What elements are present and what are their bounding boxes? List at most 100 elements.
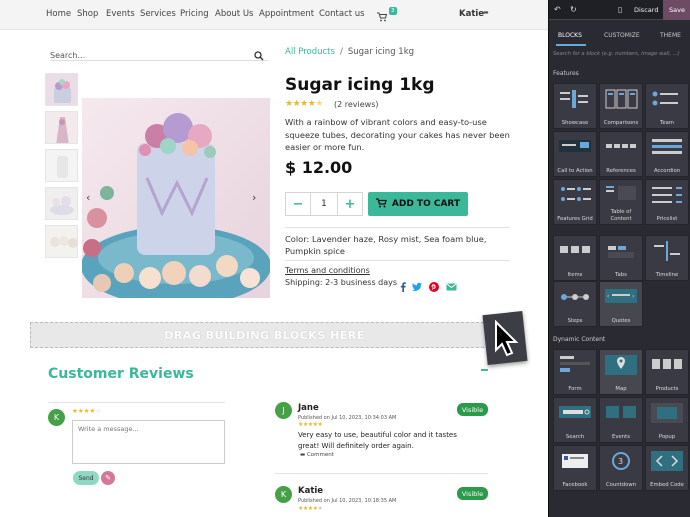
team-icon xyxy=(652,91,678,106)
comment-link[interactable]: ▬ Comment xyxy=(300,452,334,458)
block-label: Facebook xyxy=(562,481,588,488)
block-call-to-action[interactable]: Call to Action xyxy=(553,131,597,177)
block-table-of-content[interactable]: Table of Content xyxy=(599,179,643,225)
block-form[interactable]: Form xyxy=(553,349,597,395)
minus-icon[interactable]: − xyxy=(286,193,310,215)
block-tabs[interactable]: Tabs xyxy=(599,235,643,281)
active-tab-indicator xyxy=(556,44,586,46)
search-icon[interactable] xyxy=(254,46,264,65)
steps-icon xyxy=(561,294,589,300)
tab-theme[interactable]: THEME xyxy=(660,32,681,39)
block-popup[interactable]: Popup xyxy=(645,397,689,443)
block-steps[interactable]: Steps xyxy=(553,281,597,327)
plus-icon[interactable]: + xyxy=(338,193,362,215)
user-menu[interactable]: Katie xyxy=(459,9,484,19)
product-thumbnail[interactable] xyxy=(45,149,78,182)
add-to-cart-button[interactable]: ADD TO CART xyxy=(368,192,468,216)
nav-events[interactable]: Events xyxy=(106,9,135,19)
product-thumbnail[interactable] xyxy=(45,187,78,220)
breadcrumb: All Products / Sugar icing 1kg xyxy=(285,47,414,57)
block-label: Showcase xyxy=(561,119,589,126)
attach-icon[interactable]: ✎ xyxy=(101,471,115,485)
block-label: Tabs xyxy=(615,271,627,278)
chevron-right-icon[interactable]: › xyxy=(252,191,256,204)
block-products[interactable]: Products xyxy=(645,349,689,395)
discard-button[interactable]: Discard xyxy=(634,6,658,14)
facebook-icon[interactable] xyxy=(398,277,408,292)
product-thumbnail[interactable] xyxy=(45,225,78,258)
product-thumbnail[interactable] xyxy=(45,73,78,106)
references-icon xyxy=(606,144,636,148)
review-count-link[interactable]: (2 reviews) xyxy=(334,100,379,109)
block-quotes[interactable]: ‹ › Quotes xyxy=(599,281,643,327)
product-search xyxy=(50,43,268,64)
send-button[interactable]: Send xyxy=(73,471,99,485)
nav-home[interactable]: Home xyxy=(46,9,71,19)
nav-appointment[interactable]: Appointment xyxy=(259,9,314,19)
block-comparisons[interactable]: Comparisons xyxy=(599,83,643,129)
block-items[interactable]: Items xyxy=(553,235,597,281)
nav-about-us[interactable]: About Us xyxy=(215,9,253,19)
chevron-left-icon[interactable]: ‹ xyxy=(86,191,90,204)
block-label: Comparisons xyxy=(603,119,639,126)
cart-icon[interactable] xyxy=(377,7,388,26)
redo-icon[interactable]: ↻ xyxy=(570,5,577,14)
block-embed-code[interactable]: Embed Code xyxy=(645,445,689,491)
block-facebook[interactable]: Facebook xyxy=(553,445,597,491)
review-message-input[interactable] xyxy=(72,420,225,464)
email-icon[interactable] xyxy=(446,277,457,291)
visible-toggle[interactable]: Visible xyxy=(457,487,488,500)
block-label: Embed Code xyxy=(650,481,684,488)
nav-pricing[interactable]: Pricing xyxy=(180,9,209,19)
pinterest-icon[interactable] xyxy=(429,277,439,292)
drag-building-blocks-zone[interactable]: DRAG BUILDING BLOCKS HERE xyxy=(30,322,499,348)
block-label: Pricelist xyxy=(656,215,678,222)
block-references[interactable]: References xyxy=(599,131,643,177)
color-info: Color: Lavender haze, Rosy mist, Sea foa… xyxy=(285,234,487,256)
table-of-content-icon xyxy=(606,186,636,200)
quantity-input[interactable]: 1 xyxy=(310,193,338,215)
avatar: J xyxy=(275,402,292,419)
chevron-down-icon[interactable]: ▬ xyxy=(483,9,489,16)
block-events[interactable]: Events xyxy=(599,397,643,443)
nav-services[interactable]: Services xyxy=(140,9,176,19)
nav-shop[interactable]: Shop xyxy=(77,9,98,19)
review-date: Published on Jul 10, 2023, 10:18:35 AM xyxy=(298,498,397,504)
block-label: Table of Content xyxy=(610,209,632,222)
popup-icon xyxy=(651,403,683,423)
svg-text:›: › xyxy=(632,293,634,300)
search-input[interactable] xyxy=(50,47,240,64)
events-icon xyxy=(606,406,636,418)
section-dash xyxy=(481,369,488,371)
save-button[interactable]: Save xyxy=(663,0,690,20)
block-accordion[interactable]: Accordion xyxy=(645,131,689,177)
divider xyxy=(285,227,510,228)
block-pricelist[interactable]: Pricelist xyxy=(645,179,689,225)
twitter-icon[interactable] xyxy=(412,277,422,291)
block-search[interactable]: Search xyxy=(553,397,597,443)
nav-contact-us[interactable]: Contact us xyxy=(319,9,365,19)
terms-link[interactable]: Terms and conditions xyxy=(285,266,370,275)
block-countdown[interactable]: 3 Countdown xyxy=(599,445,643,491)
block-timeline[interactable]: Timeline xyxy=(645,235,689,281)
tab-customize[interactable]: CUSTOMIZE xyxy=(604,32,640,39)
product-thumbnail[interactable] xyxy=(45,111,78,144)
block-team[interactable]: Team xyxy=(645,83,689,129)
product-description: With a rainbow of vibrant colors and eas… xyxy=(285,117,510,152)
block-showcase[interactable]: Showcase xyxy=(553,83,597,129)
add-to-cart-label: ADD TO CART xyxy=(391,199,461,209)
rating-input-stars[interactable]: ★★★★☆ xyxy=(72,407,101,415)
reviewer-name: Jane xyxy=(298,403,319,413)
quotes-icon: ‹ › xyxy=(605,289,637,303)
block-label: Countdown xyxy=(605,481,637,488)
search-icon xyxy=(559,406,591,418)
undo-icon[interactable]: ↶ xyxy=(554,5,561,14)
block-map[interactable]: Map xyxy=(599,349,643,395)
mobile-preview-icon[interactable]: ▯ xyxy=(618,5,622,14)
breadcrumb-all-products[interactable]: All Products xyxy=(285,47,335,57)
visible-toggle[interactable]: Visible xyxy=(457,403,488,416)
block-search-input[interactable]: Search for a block (e.g. numbers, image … xyxy=(553,51,687,57)
product-image xyxy=(82,98,270,298)
block-features-grid[interactable]: Features Grid xyxy=(553,179,597,225)
tab-blocks[interactable]: BLOCKS xyxy=(558,32,582,39)
